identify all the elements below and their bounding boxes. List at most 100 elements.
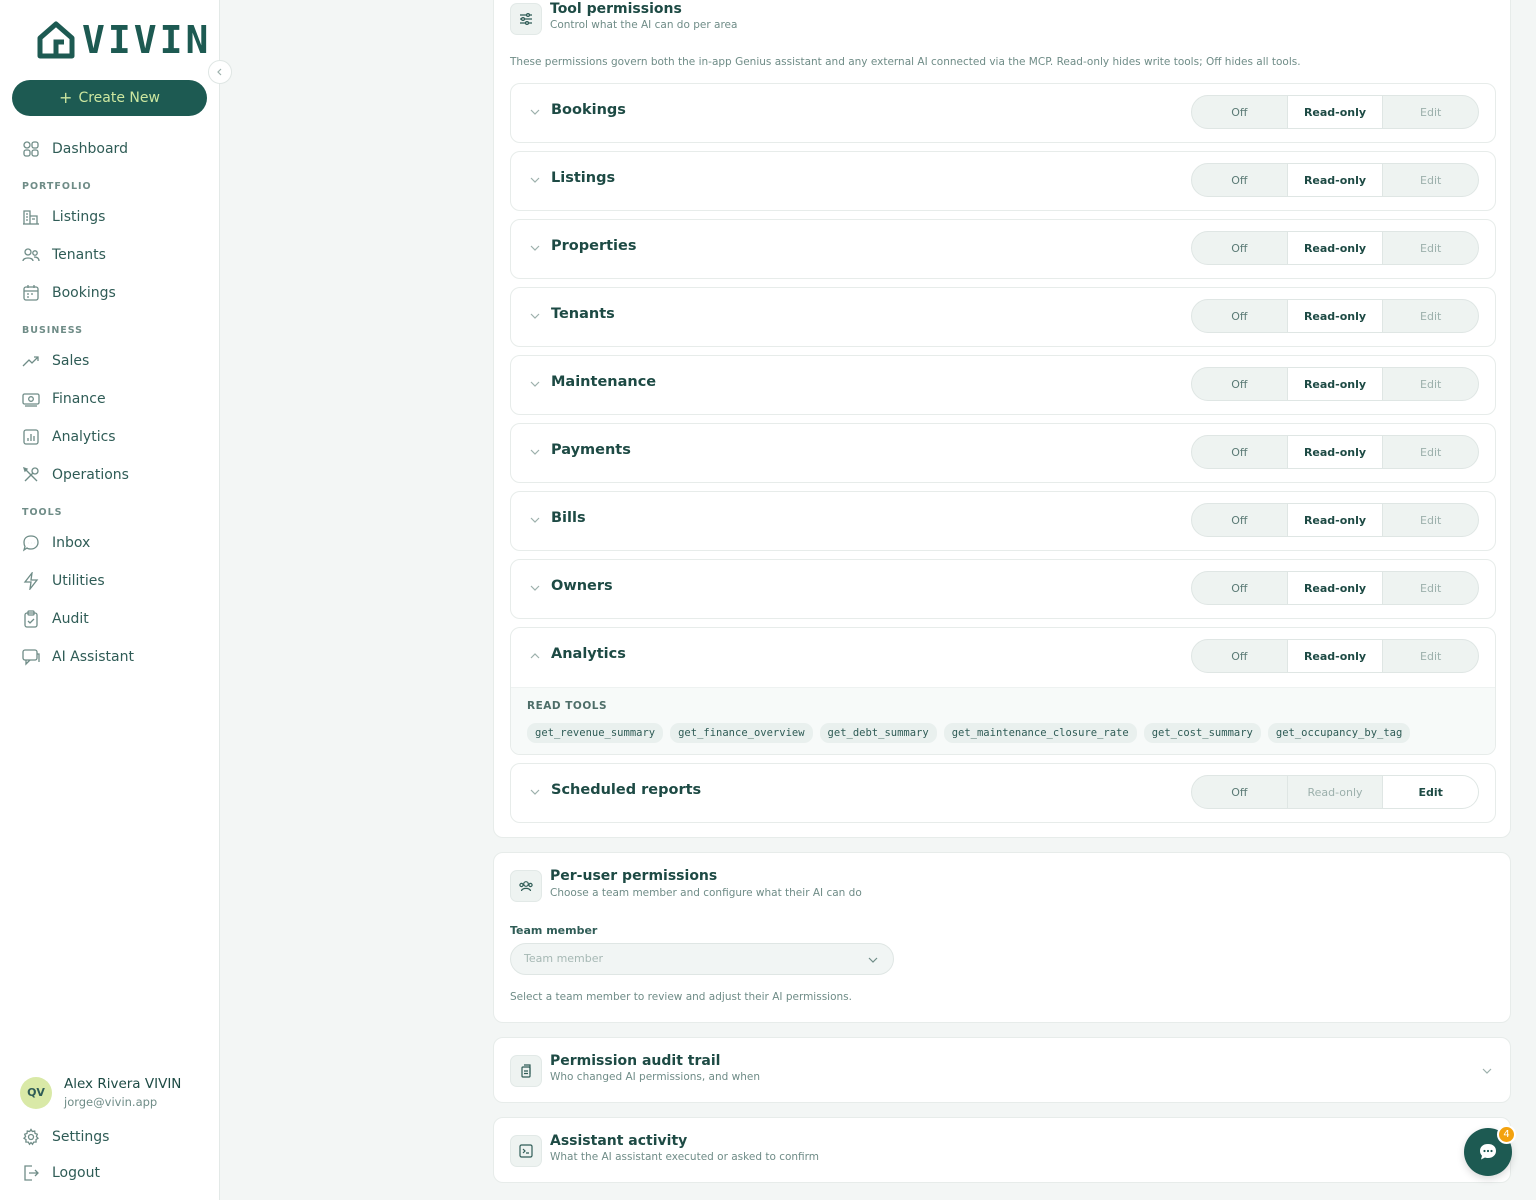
grid-icon — [23, 141, 39, 157]
read-tools-label: READ TOOLS — [527, 700, 608, 712]
option-off[interactable]: Off — [1192, 572, 1288, 604]
sidebar-item-bookings[interactable]: Bookings — [22, 281, 116, 305]
sidebar-item-tenants[interactable]: Tenants — [22, 243, 106, 267]
option-edit[interactable]: Edit — [1383, 300, 1478, 332]
tool-permissions-card: Tool permissions Control what the AI can… — [493, 0, 1511, 838]
create-new-button[interactable]: + Create New — [12, 80, 207, 116]
permission-row-analytics: Analytics Off Read-only Edit READ TOOLS … — [510, 627, 1496, 755]
sidebar-item-analytics[interactable]: Analytics — [22, 425, 116, 449]
option-read-only[interactable]: Read-only — [1287, 300, 1384, 332]
sidebar-item-audit[interactable]: Audit — [22, 607, 89, 631]
chevron-down-icon[interactable] — [529, 310, 541, 322]
sidebar-item-inbox[interactable]: Inbox — [22, 531, 90, 555]
option-read-only[interactable]: Read-only — [1287, 368, 1384, 400]
team-member-select[interactable]: Team member — [510, 943, 894, 975]
card-subtitle: Control what the AI can do per area — [550, 19, 738, 31]
chevron-down-icon[interactable] — [529, 582, 541, 594]
sidebar-item-label: AI Assistant — [52, 649, 134, 665]
access-level-toggle: Off Read-only Edit — [1191, 639, 1479, 673]
option-off[interactable]: Off — [1192, 300, 1288, 332]
calendar-icon — [23, 285, 39, 301]
option-edit[interactable]: Edit — [1383, 504, 1478, 536]
permission-row-properties[interactable]: Properties Off Read-only Edit — [510, 219, 1496, 279]
sidebar-item-dashboard[interactable]: Dashboard — [22, 137, 128, 161]
logo[interactable]: VIVIN — [36, 20, 211, 60]
sliders-icon — [510, 3, 542, 35]
permission-row-header[interactable]: Analytics Off Read-only Edit — [511, 628, 1495, 688]
permission-row-listings[interactable]: Listings Off Read-only Edit — [510, 151, 1496, 211]
sidebar-item-utilities[interactable]: Utilities — [22, 569, 105, 593]
option-read-only[interactable]: Read-only — [1287, 572, 1384, 604]
chevron-down-icon[interactable] — [529, 446, 541, 458]
user-profile[interactable]: QV Alex Rivera VIVIN jorge@vivin.app — [20, 1076, 181, 1109]
chevron-down-icon[interactable] — [1481, 1065, 1493, 1077]
option-off[interactable]: Off — [1192, 436, 1288, 468]
chevron-down-icon[interactable] — [529, 106, 541, 118]
option-off[interactable]: Off — [1192, 368, 1288, 400]
gear-icon — [23, 1128, 39, 1146]
option-off[interactable]: Off — [1192, 164, 1288, 196]
sidebar-item-ai-assistant[interactable]: AI Assistant — [22, 645, 134, 669]
chevron-up-icon[interactable] — [529, 650, 541, 662]
read-tools-panel: READ TOOLS get_revenue_summary get_financ… — [511, 688, 1495, 754]
option-edit[interactable]: Edit — [1383, 640, 1478, 672]
option-edit[interactable]: Edit — [1383, 164, 1478, 196]
option-read-only[interactable]: Read-only — [1287, 504, 1384, 536]
sidebar-item-label: Analytics — [52, 429, 116, 445]
users-icon — [22, 248, 40, 262]
chevron-down-icon[interactable] — [529, 242, 541, 254]
option-read-only[interactable]: Read-only — [1287, 232, 1384, 264]
option-edit[interactable]: Edit — [1383, 232, 1478, 264]
option-edit[interactable]: Edit — [1383, 96, 1478, 128]
permissions-description: These permissions govern both the in-app… — [510, 56, 1301, 68]
permission-row-tenants[interactable]: Tenants Off Read-only Edit — [510, 287, 1496, 347]
chevron-down-icon[interactable] — [529, 786, 541, 798]
option-read-only[interactable]: Read-only — [1287, 436, 1384, 468]
option-edit[interactable]: Edit — [1383, 572, 1478, 604]
sidebar-item-settings[interactable]: Settings — [22, 1125, 109, 1149]
lightning-icon — [23, 572, 39, 590]
clipboard-icon — [510, 1055, 542, 1087]
permission-audit-trail-card[interactable]: Permission audit trail Who changed AI pe… — [493, 1037, 1511, 1103]
chevron-down-icon[interactable] — [529, 514, 541, 526]
option-edit[interactable]: Edit — [1383, 436, 1478, 468]
permission-row-bookings[interactable]: Bookings Off Read-only Edit — [510, 83, 1496, 143]
sidebar-item-finance[interactable]: Finance — [22, 387, 106, 411]
permission-row-scheduled-reports[interactable]: Scheduled reports Off Read-only Edit — [510, 763, 1496, 823]
option-off[interactable]: Off — [1192, 232, 1288, 264]
card-subtitle: Who changed AI permissions, and when — [550, 1071, 760, 1083]
option-read-only[interactable]: Read-only — [1287, 640, 1384, 672]
permission-row-maintenance[interactable]: Maintenance Off Read-only Edit — [510, 355, 1496, 415]
option-off[interactable]: Off — [1192, 504, 1288, 536]
option-off[interactable]: Off — [1192, 640, 1288, 672]
option-off[interactable]: Off — [1192, 776, 1288, 808]
per-user-permissions-card: Per-user permissions Choose a team membe… — [493, 852, 1511, 1023]
permission-row-payments[interactable]: Payments Off Read-only Edit — [510, 423, 1496, 483]
section-tools: TOOLS — [22, 507, 63, 518]
house-logo-icon — [37, 21, 75, 59]
card-subtitle: Choose a team member and configure what … — [550, 887, 862, 899]
chevron-down-icon[interactable] — [529, 174, 541, 186]
option-edit[interactable]: Edit — [1383, 776, 1478, 808]
sidebar-item-label: Listings — [52, 209, 106, 225]
option-edit[interactable]: Edit — [1383, 368, 1478, 400]
sidebar-item-listings[interactable]: Listings — [22, 205, 105, 229]
option-read-only[interactable]: Read-only — [1287, 96, 1384, 128]
collapse-sidebar-button[interactable] — [208, 60, 232, 84]
chevron-down-icon[interactable] — [529, 378, 541, 390]
sidebar-item-operations[interactable]: Operations — [22, 463, 129, 487]
sidebar-item-logout[interactable]: Logout — [22, 1161, 100, 1185]
access-level-toggle: Off Read-only Edit — [1191, 95, 1479, 129]
permission-row-owners[interactable]: Owners Off Read-only Edit — [510, 559, 1496, 619]
access-level-toggle: Off Read-only Edit — [1191, 163, 1479, 197]
permission-row-bills[interactable]: Bills Off Read-only Edit — [510, 491, 1496, 551]
avatar: QV — [20, 1076, 52, 1109]
option-read-only[interactable]: Read-only — [1287, 164, 1384, 196]
option-off[interactable]: Off — [1192, 96, 1288, 128]
sidebar-item-sales[interactable]: Sales — [22, 349, 89, 373]
logo-text: VIVIN — [82, 18, 212, 62]
chevron-down-icon — [868, 957, 878, 963]
sidebar-item-label: Logout — [52, 1165, 100, 1181]
option-read-only[interactable]: Read-only — [1288, 776, 1384, 808]
assistant-activity-card[interactable]: Assistant activity What the AI assistant… — [493, 1117, 1511, 1183]
